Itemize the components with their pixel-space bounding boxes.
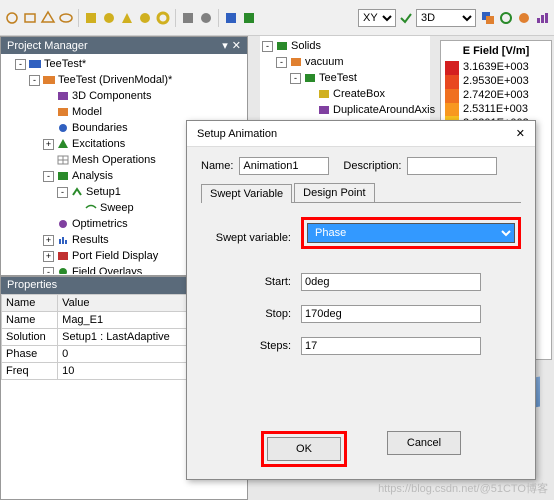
tree-design[interactable]: -TeeTest (DrivenModal)* [1,72,247,88]
view-check-icon[interactable] [398,10,414,26]
props-col-value[interactable]: Value [58,295,192,312]
shape-rect-icon[interactable] [22,10,38,26]
tool-a-icon[interactable] [180,10,196,26]
legend-value: 2.5311E+003 [463,103,529,115]
tool-c-icon[interactable] [223,10,239,26]
model-tree: -Solids -vacuum -TeeTest CreateBox Dupli… [260,36,430,120]
pm-pin-icon[interactable]: ▾ [222,39,228,52]
start-label: Start: [201,276,301,288]
tool-cube-icon[interactable] [480,10,496,26]
dialog-title: Setup Animation [197,128,277,140]
solid-cube-icon[interactable] [83,10,99,26]
main-toolbar: XY 3D [0,0,554,36]
swept-label: Swept variable: [201,232,301,244]
dialog-close-icon[interactable]: ✕ [516,127,525,140]
tool-d-icon[interactable] [241,10,257,26]
rtree-dup1[interactable]: DuplicateAroundAxis [262,102,428,118]
tool-b-icon[interactable] [198,10,214,26]
tool-refresh-icon[interactable] [498,10,514,26]
shape-poly-icon[interactable] [40,10,56,26]
shape-ellipse-icon[interactable] [58,10,74,26]
name-input[interactable] [239,157,329,175]
tree-project[interactable]: -TeeTest* [1,56,247,72]
steps-label: Steps: [201,340,301,352]
swept-variable-select[interactable]: Phase [307,223,515,243]
cancel-button[interactable]: Cancel [387,431,461,455]
ok-button[interactable]: OK [267,437,341,461]
tool-gear-icon[interactable] [516,10,532,26]
view-mode-select[interactable]: 3D [416,9,476,27]
props-title: Properties [7,279,57,292]
rtree-solids[interactable]: -Solids [262,38,428,54]
desc-label: Description: [343,160,401,172]
solid-cone-icon[interactable] [119,10,135,26]
legend-value: 3.1639E+003 [463,61,529,73]
steps-input[interactable] [301,337,481,355]
tool-chart-icon[interactable] [534,10,550,26]
shape-circle-icon[interactable] [4,10,20,26]
tree-3dcomponents[interactable]: 3D Components [1,88,247,104]
solid-cyl-icon[interactable] [101,10,117,26]
desc-input[interactable] [407,157,497,175]
view-plane-select[interactable]: XY [358,9,396,27]
legend-value: 2.7420E+003 [463,89,529,101]
pm-title: Project Manager [7,40,88,52]
pm-header: Project Manager ▾ ✕ [1,37,247,54]
solid-sphere-icon[interactable] [137,10,153,26]
name-label: Name: [201,160,233,172]
solid-torus-icon[interactable] [155,10,171,26]
stop-input[interactable] [301,305,481,323]
watermark: https://blog.csdn.net/@51CTO博客 [378,480,548,496]
props-col-name[interactable]: Name [2,295,58,312]
setup-animation-dialog: Setup Animation ✕ Name: Description: Swe… [186,120,536,480]
tree-model[interactable]: Model [1,104,247,120]
legend-value: 2.9530E+003 [463,75,529,87]
stop-label: Stop: [201,308,301,320]
tab-swept-variable[interactable]: Swept Variable [201,184,292,203]
legend-title: E Field [V/m] [445,45,547,57]
rtree-createbox[interactable]: CreateBox [262,86,428,102]
start-input[interactable] [301,273,481,291]
pm-close-icon[interactable]: ✕ [232,39,241,52]
tab-design-point[interactable]: Design Point [294,183,374,202]
rtree-vacuum[interactable]: -vacuum [262,54,428,70]
rtree-teetest[interactable]: -TeeTest [262,70,428,86]
dialog-tabs: Swept Variable Design Point [201,183,521,203]
